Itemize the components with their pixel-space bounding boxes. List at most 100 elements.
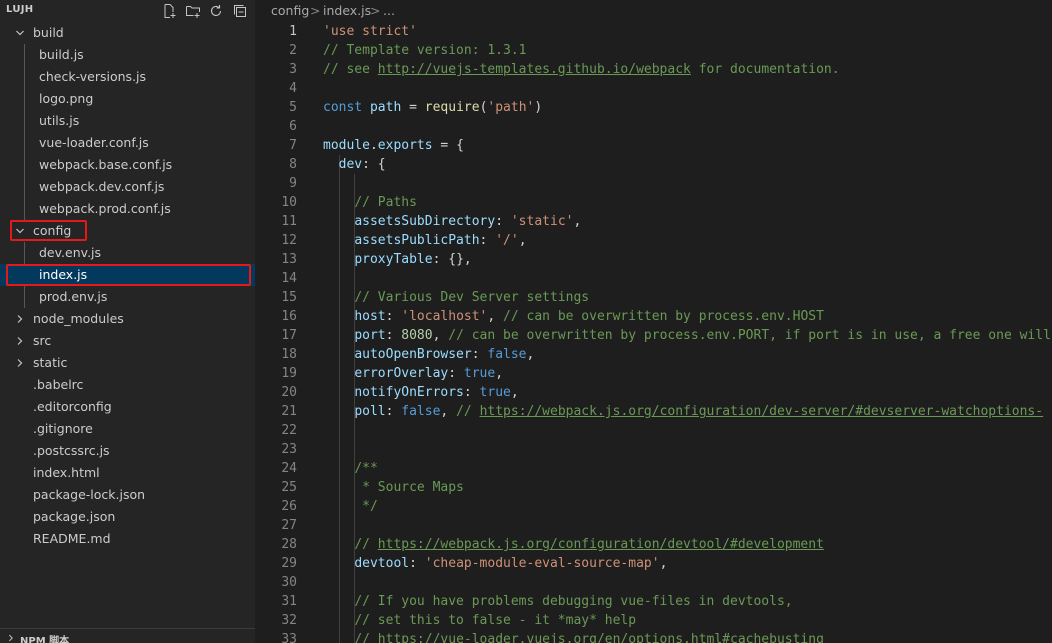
new-file-icon[interactable]: [160, 2, 178, 20]
tree-file-webpack-dev-conf-js[interactable]: webpack.dev.conf.js: [0, 176, 255, 198]
code-link[interactable]: https://webpack.js.org/configuration/dev…: [480, 404, 1044, 419]
tree-item-label: build: [33, 25, 64, 40]
tree-file-babelrc[interactable]: .babelrc: [0, 374, 255, 396]
code-line[interactable]: 20 notifyOnErrors: true,: [255, 383, 1052, 402]
code-link[interactable]: http://vuejs-templates.github.io/webpack: [378, 62, 691, 77]
code-line[interactable]: 23: [255, 440, 1052, 459]
code-token: notifyOnErrors: [354, 385, 464, 400]
tree-file-webpack-base-conf-js[interactable]: webpack.base.conf.js: [0, 154, 255, 176]
tree-folder-src[interactable]: src: [0, 330, 255, 352]
line-number: 12: [281, 233, 297, 248]
code-token: // Template version: 1.3.1: [323, 43, 527, 58]
tree-file-dev-env-js[interactable]: dev.env.js: [0, 242, 255, 264]
code-line[interactable]: 11 assetsSubDirectory: 'static',: [255, 212, 1052, 231]
code-line[interactable]: 6: [255, 117, 1052, 136]
code-text: poll: false, // https://webpack.js.org/c…: [323, 402, 1043, 421]
tree-file-editorconfig[interactable]: .editorconfig: [0, 396, 255, 418]
code-line[interactable]: 12 assetsPublicPath: '/',: [255, 231, 1052, 250]
code-line[interactable]: 15 // Various Dev Server settings: [255, 288, 1052, 307]
tree-file-check-versions-js[interactable]: check-versions.js: [0, 66, 255, 88]
code-line[interactable]: 29 devtool: 'cheap-module-eval-source-ma…: [255, 554, 1052, 573]
tree-file-webpack-prod-conf-js[interactable]: webpack.prod.conf.js: [0, 198, 255, 220]
tree-folder-static[interactable]: static: [0, 352, 255, 374]
indent-guide: [339, 440, 340, 459]
explorer-header[interactable]: LUJH: [0, 0, 255, 22]
code-line[interactable]: 22: [255, 421, 1052, 440]
code-line[interactable]: 21 poll: false, // https://webpack.js.or…: [255, 402, 1052, 421]
code-line[interactable]: 2 // Template version: 1.3.1: [255, 41, 1052, 60]
code-line[interactable]: 7 module.exports = {: [255, 136, 1052, 155]
line-number: 20: [281, 385, 297, 400]
tree-file-prod-env-js[interactable]: prod.env.js: [0, 286, 255, 308]
code-line[interactable]: 3 // see http://vuejs-templates.github.io…: [255, 60, 1052, 79]
code-line[interactable]: 19 errorOverlay: true,: [255, 364, 1052, 383]
new-folder-icon[interactable]: [184, 2, 202, 20]
code-token: require: [424, 100, 480, 115]
code-token: */: [354, 499, 378, 514]
code-token: false: [401, 404, 441, 419]
code-line[interactable]: 10 // Paths: [255, 193, 1052, 212]
tree-item-label: utils.js: [39, 113, 80, 128]
code-token: ,: [487, 309, 504, 324]
tree-file-package-json[interactable]: package.json: [0, 506, 255, 528]
collapse-all-icon[interactable]: [231, 2, 249, 20]
code-token: :: [463, 385, 480, 400]
code-token: //: [354, 537, 378, 552]
code-line[interactable]: 33 // https://vue-loader.vuejs.org/en/op…: [255, 630, 1052, 643]
code-line[interactable]: 32 // set this to false - it *may* help: [255, 611, 1052, 630]
code-line[interactable]: 16 host: 'localhost', // can be overwrit…: [255, 307, 1052, 326]
code-line[interactable]: 5 const path = require('path'): [255, 98, 1052, 117]
tree-item-label: dev.env.js: [39, 245, 102, 260]
tree-file-gitignore[interactable]: .gitignore: [0, 418, 255, 440]
code-line[interactable]: 18 autoOpenBrowser: false,: [255, 345, 1052, 364]
tree-file-logo-png[interactable]: logo.png: [0, 88, 255, 110]
code-token: // see: [323, 62, 378, 77]
line-number: 13: [281, 252, 297, 267]
code-line[interactable]: 25 * Source Maps: [255, 478, 1052, 497]
tree-file-package-lock-json[interactable]: package-lock.json: [0, 484, 255, 506]
tree-folder-node-modules[interactable]: node_modules: [0, 308, 255, 330]
code-token: exports: [377, 138, 433, 153]
code-line[interactable]: 30: [255, 573, 1052, 592]
tree-file-postcssrc-js[interactable]: .postcssrc.js: [0, 440, 255, 462]
code-line[interactable]: 31 // If you have problems debugging vue…: [255, 592, 1052, 611]
code-token: ,: [510, 385, 519, 400]
code-link[interactable]: https://webpack.js.org/configuration/dev…: [378, 537, 824, 552]
refresh-icon[interactable]: [207, 2, 225, 20]
code-editor[interactable]: config > index.js > ... 1 'use strict' 2 //…: [255, 0, 1052, 643]
code-line[interactable]: 9: [255, 174, 1052, 193]
line-number: 27: [281, 518, 297, 533]
tree-file-readme-md[interactable]: README.md: [0, 528, 255, 550]
tree-item-label: vue-loader.conf.js: [39, 135, 149, 150]
breadcrumb-segment-symbol[interactable]: ...: [383, 0, 395, 22]
code-link[interactable]: https://vue-loader.vuejs.org/en/options.…: [378, 632, 824, 643]
code-line[interactable]: 24 /**: [255, 459, 1052, 478]
breadcrumb-segment-file[interactable]: index.js: [323, 0, 371, 22]
code-line[interactable]: 17 port: 8080, // can be overwritten by …: [255, 326, 1052, 345]
code-line[interactable]: 1 'use strict': [255, 22, 1052, 41]
tree-file-build-js[interactable]: build.js: [0, 44, 255, 66]
code-text: assetsSubDirectory: 'static',: [323, 212, 581, 231]
line-number: 30: [281, 575, 297, 590]
code-line[interactable]: 28 // https://webpack.js.org/configurati…: [255, 535, 1052, 554]
code-line[interactable]: 13 proxyTable: {},: [255, 250, 1052, 269]
breadcrumb-segment-folder[interactable]: config: [271, 0, 309, 22]
code-token: ,: [440, 404, 457, 419]
tree-folder-build[interactable]: build: [0, 22, 255, 44]
code-token: :: [385, 328, 402, 343]
npm-scripts-section[interactable]: NPM 脚本: [0, 628, 255, 643]
tree-file-vue-loader-conf-js[interactable]: vue-loader.conf.js: [0, 132, 255, 154]
code-line[interactable]: 27: [255, 516, 1052, 535]
code-line[interactable]: 4: [255, 79, 1052, 98]
code-line[interactable]: 8 dev: {: [255, 155, 1052, 174]
tree-file-utils-js[interactable]: utils.js: [0, 110, 255, 132]
code-line[interactable]: 26 */: [255, 497, 1052, 516]
tree-item-label: src: [33, 333, 52, 348]
code-line[interactable]: 14: [255, 269, 1052, 288]
tree-file-index-html[interactable]: index.html: [0, 462, 255, 484]
line-number: 14: [281, 271, 297, 286]
